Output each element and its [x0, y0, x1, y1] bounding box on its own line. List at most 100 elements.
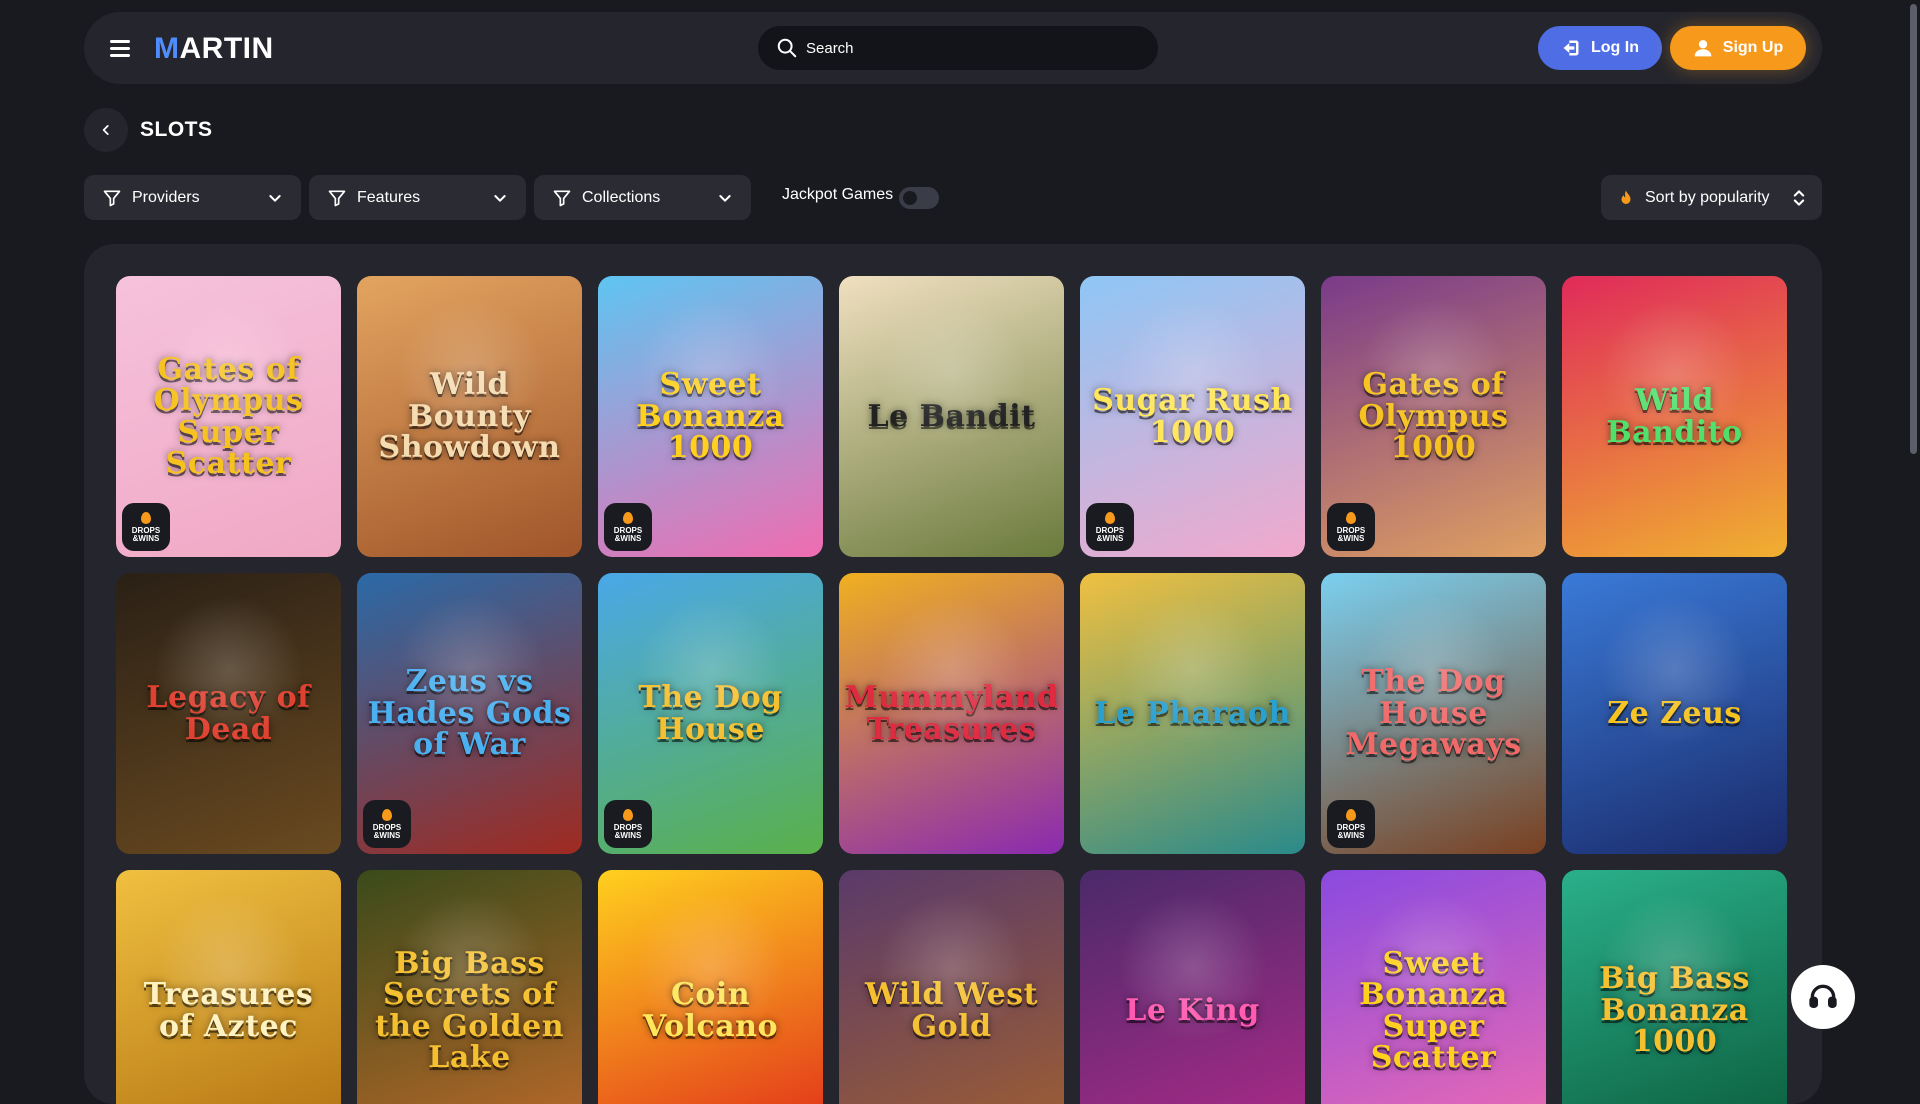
- funnel-icon: [328, 190, 346, 206]
- game-tile[interactable]: Big Bass Bonanza 1000: [1562, 870, 1787, 1104]
- flame-icon: [623, 511, 633, 524]
- support-chat-button[interactable]: [1791, 965, 1855, 1029]
- games-grid: Gates of Olympus Super ScatterDROPS&WINS…: [116, 276, 1787, 1104]
- game-art-decoration: [154, 892, 304, 1042]
- badge-line-2: &WINS: [373, 830, 401, 840]
- game-art-decoration: [636, 298, 786, 448]
- game-tile[interactable]: Wild Bounty Showdown: [357, 276, 582, 557]
- game-art-decoration: [395, 298, 545, 448]
- hamburger-menu-icon[interactable]: [108, 36, 136, 60]
- game-tile[interactable]: Sweet Bonanza 1000DROPS&WINS: [598, 276, 823, 557]
- scrollbar-thumb[interactable]: [1910, 4, 1917, 454]
- page-title: SLOTS: [140, 118, 213, 141]
- game-art-decoration: [1359, 892, 1509, 1042]
- drops-wins-badge: DROPS &WINS: [1086, 503, 1134, 551]
- game-tile[interactable]: Ze Zeus: [1562, 573, 1787, 854]
- game-tile[interactable]: Wild West Gold: [839, 870, 1064, 1104]
- chevron-down-icon: [269, 194, 281, 202]
- fire-icon: [1621, 190, 1631, 204]
- game-tile[interactable]: Gates of Olympus 1000DROPS&WINS: [1321, 276, 1546, 557]
- game-tile[interactable]: The Dog HouseDROPS&WINS: [598, 573, 823, 854]
- game-tile[interactable]: Sugar Rush 1000DROPS&WINS: [1080, 276, 1305, 557]
- features-filter-dropdown[interactable]: Features: [309, 175, 526, 220]
- badge-line-2: &WINS: [614, 533, 642, 543]
- game-tile[interactable]: Le Pharaoh: [1080, 573, 1305, 854]
- game-art-decoration: [877, 595, 1027, 745]
- jackpot-games-label: Jackpot Games: [782, 186, 894, 203]
- login-icon: [1563, 40, 1579, 56]
- page-scrollbar[interactable]: [1906, 0, 1920, 1080]
- game-art-decoration: [154, 595, 304, 745]
- badge-line-2: &WINS: [614, 830, 642, 840]
- providers-filter-dropdown[interactable]: Providers: [84, 175, 301, 220]
- game-art-decoration: [395, 595, 545, 745]
- flame-icon: [1346, 808, 1356, 821]
- game-art-decoration: [877, 892, 1027, 1042]
- toggle-knob: [903, 191, 917, 205]
- top-navigation-bar: MARTIN Log In Sign Up: [84, 12, 1822, 84]
- login-label: Log In: [1591, 39, 1639, 56]
- game-art-decoration: [1359, 595, 1509, 745]
- game-tile[interactable]: Le King: [1080, 870, 1305, 1104]
- drops-wins-badge: DROPS &WINS: [122, 503, 170, 551]
- site-logo[interactable]: MARTIN: [154, 32, 274, 66]
- logo-text: ARTIN: [179, 32, 274, 65]
- collections-filter-label: Collections: [582, 188, 661, 206]
- drops-wins-badge: DROPS &WINS: [604, 800, 652, 848]
- features-filter-label: Features: [357, 188, 421, 206]
- sort-dropdown[interactable]: Sort by popularity: [1601, 175, 1822, 220]
- sort-arrows-icon: [1793, 189, 1805, 206]
- game-tile[interactable]: Mummyland Treasures: [839, 573, 1064, 854]
- game-tile[interactable]: Treasures of Aztec: [116, 870, 341, 1104]
- drops-wins-badge: DROPS &WINS: [363, 800, 411, 848]
- flame-icon: [382, 808, 392, 821]
- back-button[interactable]: [84, 108, 128, 152]
- search-icon: [777, 38, 797, 58]
- headset-icon: [1809, 984, 1837, 1008]
- providers-filter-label: Providers: [132, 188, 200, 206]
- jackpot-games-toggle[interactable]: [899, 187, 939, 209]
- flame-icon: [1346, 511, 1356, 524]
- funnel-icon: [103, 190, 121, 206]
- game-art-decoration: [877, 298, 1027, 448]
- game-art-decoration: [1600, 595, 1750, 745]
- signup-button[interactable]: Sign Up: [1670, 26, 1806, 70]
- badge-line-2: &WINS: [1337, 830, 1365, 840]
- sort-label: Sort by popularity: [1645, 188, 1770, 206]
- chevron-down-icon: [719, 194, 731, 202]
- game-art-decoration: [636, 892, 786, 1042]
- funnel-icon: [553, 190, 571, 206]
- game-art-decoration: [1118, 595, 1268, 745]
- drops-wins-badge: DROPS &WINS: [1327, 800, 1375, 848]
- collections-filter-dropdown[interactable]: Collections: [534, 175, 751, 220]
- game-art-decoration: [1600, 892, 1750, 1042]
- flame-icon: [141, 511, 151, 524]
- game-art-decoration: [395, 892, 545, 1042]
- drops-wins-badge: DROPS &WINS: [604, 503, 652, 551]
- signup-label: Sign Up: [1722, 39, 1784, 56]
- badge-line-2: &WINS: [132, 533, 160, 543]
- game-tile[interactable]: The Dog House MegawaysDROPS&WINS: [1321, 573, 1546, 854]
- game-tile[interactable]: Zeus vs Hades Gods of WarDROPS&WINS: [357, 573, 582, 854]
- game-art-decoration: [1118, 892, 1268, 1042]
- games-panel: Gates of Olympus Super ScatterDROPS&WINS…: [84, 244, 1822, 1104]
- game-art-decoration: [1118, 298, 1268, 448]
- login-button[interactable]: Log In: [1538, 26, 1662, 70]
- game-tile[interactable]: Big Bass Secrets of the Golden Lake: [357, 870, 582, 1104]
- badge-line-2: &WINS: [1337, 533, 1365, 543]
- game-art-decoration: [1359, 298, 1509, 448]
- badge-line-2: &WINS: [1096, 533, 1124, 543]
- game-tile[interactable]: Gates of Olympus Super ScatterDROPS&WINS: [116, 276, 341, 557]
- game-tile[interactable]: Sweet Bonanza Super Scatter: [1321, 870, 1546, 1104]
- game-tile[interactable]: Le Bandit: [839, 276, 1064, 557]
- game-tile[interactable]: Wild Bandito: [1562, 276, 1787, 557]
- game-tile[interactable]: Coin Volcano: [598, 870, 823, 1104]
- logo-letter: M: [154, 32, 180, 65]
- chevron-down-icon: [494, 194, 506, 202]
- search-bar[interactable]: [758, 26, 1158, 70]
- game-art-decoration: [636, 595, 786, 745]
- game-art-decoration: [154, 298, 304, 448]
- game-art-decoration: [1600, 298, 1750, 448]
- search-input[interactable]: [806, 26, 1136, 70]
- game-tile[interactable]: Legacy of Dead: [116, 573, 341, 854]
